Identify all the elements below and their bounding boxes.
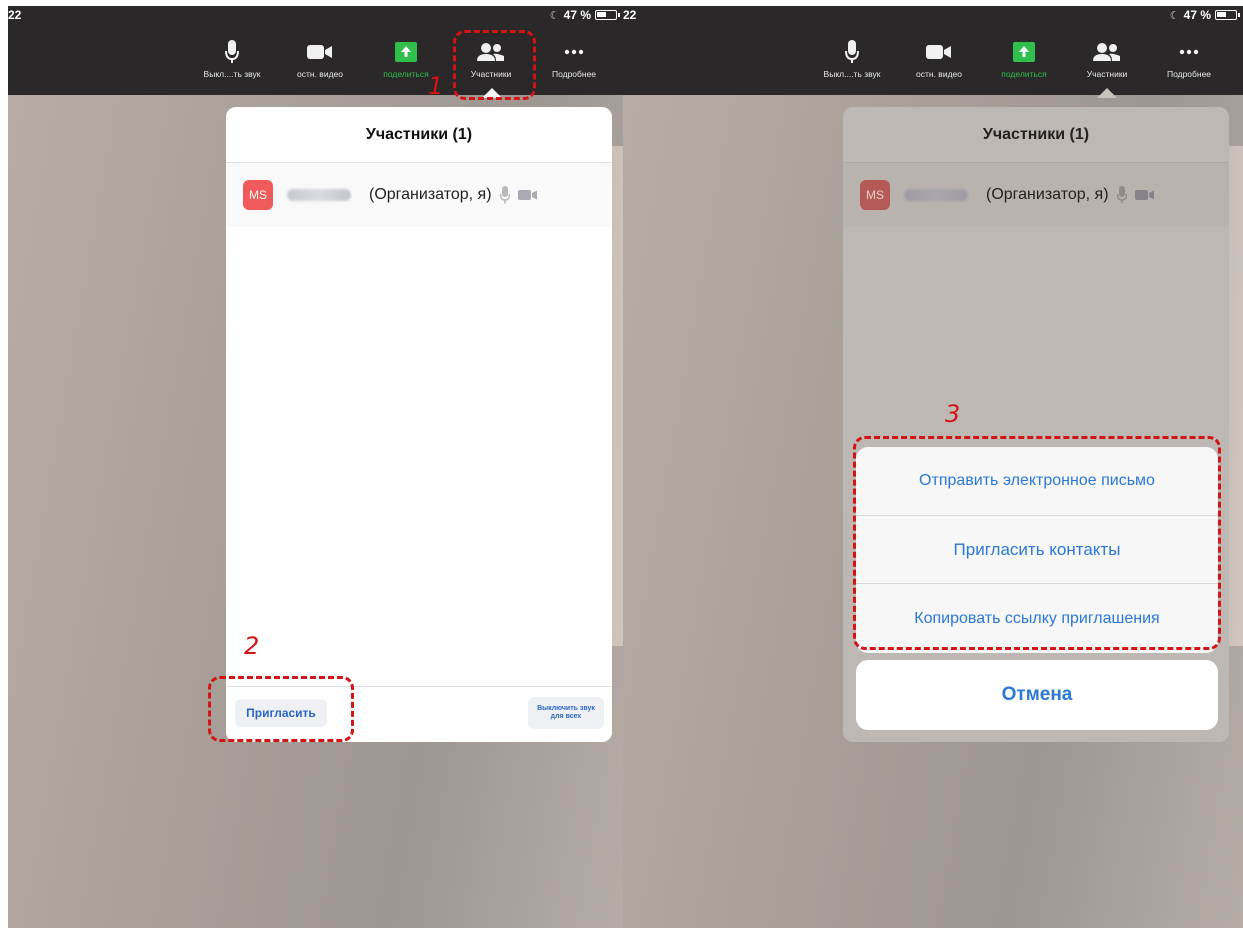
participants-sheet: Участники (1) MS (Организатор, я) Пригла… [226, 107, 612, 742]
status-time: 22 [8, 8, 22, 22]
video-camera-icon [517, 189, 538, 201]
moon-icon: ☾ [549, 9, 560, 22]
mute-label: Выкл....ть звук [203, 69, 261, 79]
avatar: MS [860, 180, 890, 210]
participants-button[interactable]: Участники [1064, 38, 1150, 79]
more-label: Подробнее [1166, 69, 1212, 79]
participant-row[interactable]: MS (Организатор, я) [226, 163, 612, 227]
participant-role: (Организатор, я) [369, 186, 492, 203]
stop-video-button[interactable]: остн. видео [896, 38, 982, 79]
mic-icon [189, 38, 275, 66]
battery-icon [1215, 10, 1240, 20]
battery-icon [595, 10, 620, 20]
battery-percent: 47 % [563, 8, 591, 22]
blurred-name [904, 189, 968, 201]
mute-button[interactable]: Выкл....ть звук [189, 38, 275, 79]
status-time: 22 [623, 8, 637, 22]
mute-all-button[interactable]: Выключить звук для всех [528, 697, 604, 729]
share-screen-icon [981, 38, 1067, 66]
more-icon [1146, 38, 1232, 66]
more-icon [531, 38, 617, 66]
avatar: MS [243, 180, 273, 210]
stop-video-button[interactable]: остн. видео [277, 38, 363, 79]
popover-caret [1097, 88, 1117, 98]
annotation-box-3 [853, 436, 1221, 650]
sheet-title: Участники (1) [843, 107, 1229, 163]
annotation-number-3: 3 [945, 400, 961, 428]
annotation-box-1 [453, 30, 536, 100]
share-screen-icon [363, 38, 449, 66]
mic-icon [1116, 186, 1127, 204]
mute-button[interactable]: Выкл....ть звук [809, 38, 895, 79]
annotation-number-1: 1 [428, 72, 444, 100]
status-indicators: ☾ 47 % [1169, 8, 1240, 22]
more-button[interactable]: Подробнее [531, 38, 617, 79]
meeting-toolbar: 22 ☾ 47 % Выкл....ть звук остн. видео по… [623, 6, 1243, 95]
right-screenshot: 22 ☾ 47 % Выкл....ть звук остн. видео по… [623, 6, 1243, 928]
mic-icon [809, 38, 895, 66]
video-camera-icon [277, 38, 363, 66]
stop-video-label: остн. видео [297, 69, 343, 79]
mute-label: Выкл....ть звук [823, 69, 881, 79]
battery-percent: 47 % [1183, 8, 1211, 22]
participants-label: Участники [1086, 69, 1128, 79]
sheet-title: Участники (1) [226, 107, 612, 163]
video-camera-icon [896, 38, 982, 66]
mic-icon [499, 186, 510, 204]
participants-icon [1064, 38, 1150, 66]
share-button[interactable]: поделиться [981, 38, 1067, 79]
stop-video-label: остн. видео [916, 69, 962, 79]
more-label: Подробнее [551, 69, 597, 79]
annotation-box-2 [208, 676, 354, 742]
participant-row: MS (Организатор, я) [843, 163, 1229, 227]
annotation-number-2: 2 [244, 632, 260, 660]
video-camera-icon [1134, 189, 1155, 201]
blurred-name [287, 189, 351, 201]
moon-icon: ☾ [1169, 9, 1180, 22]
status-indicators: ☾ 47 % [549, 8, 620, 22]
left-screenshot: 22 ☾ 47 % Выкл....ть звук остн. видео по… [8, 6, 623, 928]
participant-role: (Организатор, я) [986, 186, 1109, 203]
share-label: поделиться [1001, 69, 1047, 79]
more-button[interactable]: Подробнее [1146, 38, 1232, 79]
cancel-button[interactable]: Отмена [856, 660, 1218, 730]
